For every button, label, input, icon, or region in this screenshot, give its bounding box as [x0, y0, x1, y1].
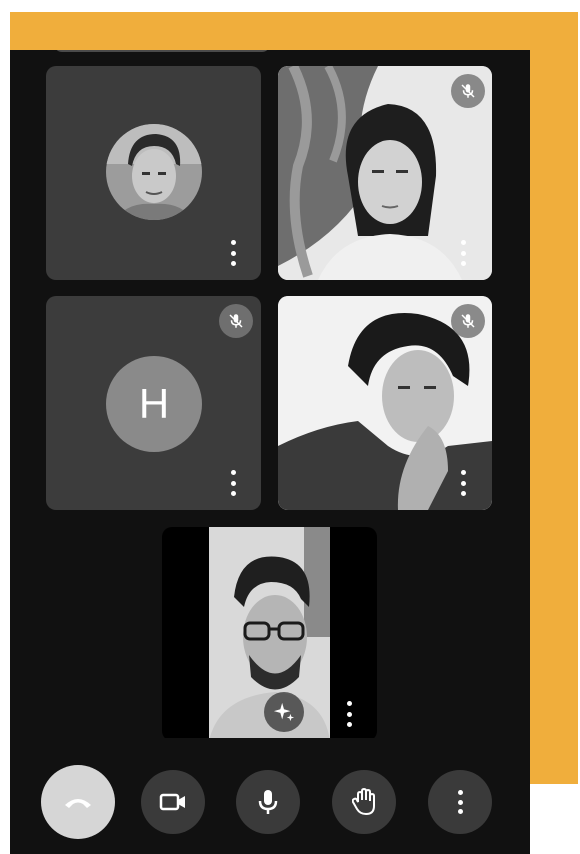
- end-call-button[interactable]: [41, 765, 115, 839]
- effects-sparkle-icon[interactable]: [264, 692, 304, 732]
- participant-tile-3[interactable]: H: [46, 296, 261, 510]
- more-options-icon[interactable]: [456, 240, 470, 266]
- mic-off-icon: [219, 304, 253, 338]
- self-view-tile[interactable]: [162, 527, 377, 741]
- mic-off-icon: [451, 304, 485, 338]
- more-options-button[interactable]: [428, 770, 492, 834]
- microphone-icon: [258, 790, 278, 814]
- participant-tile-1[interactable]: [46, 66, 261, 280]
- more-vertical-icon: [457, 790, 463, 814]
- call-screen: H: [10, 50, 530, 854]
- raise-hand-button[interactable]: [332, 770, 396, 834]
- microphone-toggle-button[interactable]: [236, 770, 300, 834]
- phone-hangup-icon: [65, 799, 91, 808]
- previous-tile-edge: [54, 50, 270, 52]
- camera-toggle-button[interactable]: [141, 770, 205, 834]
- more-options-icon[interactable]: [456, 470, 470, 496]
- participant-initial-avatar: H: [106, 356, 202, 452]
- participant-tile-4[interactable]: [278, 296, 492, 510]
- participant-tile-2[interactable]: [278, 66, 492, 280]
- more-options-icon[interactable]: [226, 240, 240, 266]
- video-camera-icon: [159, 793, 185, 811]
- more-options-icon[interactable]: [342, 701, 356, 727]
- mic-off-icon: [451, 74, 485, 108]
- participant-avatar: [106, 124, 202, 220]
- hand-icon: [352, 788, 375, 816]
- more-options-icon[interactable]: [226, 470, 240, 496]
